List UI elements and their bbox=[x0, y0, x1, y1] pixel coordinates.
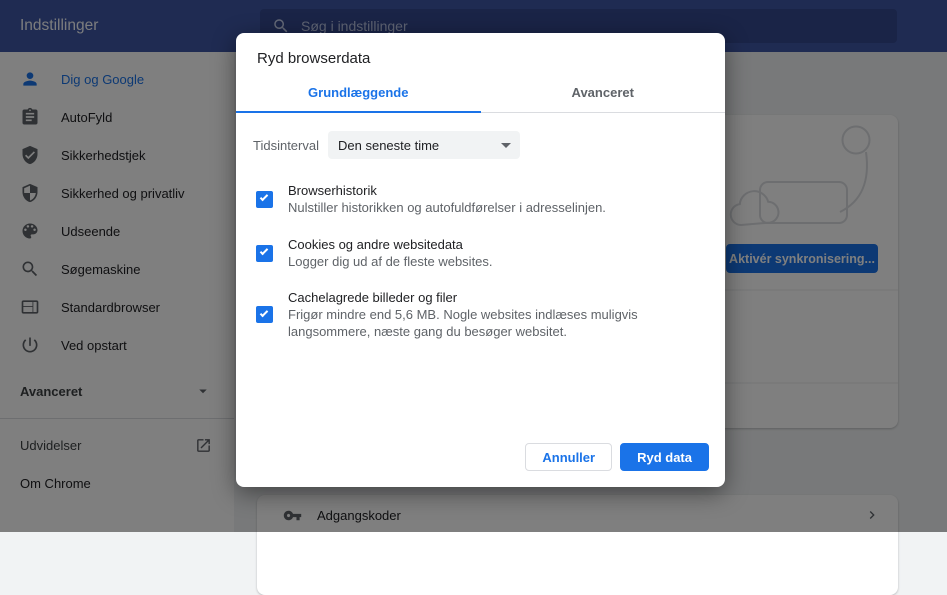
dropdown-caret-icon bbox=[501, 143, 511, 148]
checkbox-title: Cachelagrede billeder og filer bbox=[288, 289, 680, 306]
time-range-value: Den seneste time bbox=[338, 138, 439, 153]
cached-files-checkbox[interactable] bbox=[256, 306, 273, 323]
cookies-row: Cookies og andre websitedata Logger dig … bbox=[253, 236, 701, 270]
tab-basic[interactable]: Grundlæggende bbox=[236, 76, 481, 113]
browsing-history-row: Browserhistorik Nulstiller historikken o… bbox=[253, 182, 701, 216]
time-range-row: Tidsinterval Den seneste time bbox=[253, 131, 701, 159]
clear-browsing-data-dialog: Ryd browserdata Grundlæggende Avanceret … bbox=[236, 33, 725, 487]
checkmark-icon bbox=[259, 193, 267, 201]
cookies-checkbox[interactable] bbox=[256, 245, 273, 262]
cancel-button[interactable]: Annuller bbox=[525, 443, 612, 471]
checkbox-description: Frigør mindre end 5,6 MB. Nogle websites… bbox=[288, 306, 680, 340]
checkmark-icon bbox=[259, 247, 267, 255]
browsing-history-checkbox[interactable] bbox=[256, 191, 273, 208]
dialog-tabs: Grundlæggende Avanceret bbox=[236, 76, 725, 113]
dialog-body: Tidsinterval Den seneste time Browserhis… bbox=[236, 113, 725, 443]
checkbox-title: Cookies og andre websitedata bbox=[288, 236, 493, 253]
time-range-select[interactable]: Den seneste time bbox=[328, 131, 520, 159]
cached-files-row: Cachelagrede billeder og filer Frigør mi… bbox=[253, 289, 701, 340]
tab-advanced[interactable]: Avanceret bbox=[481, 76, 726, 113]
checkbox-description: Logger dig ud af de fleste websites. bbox=[288, 253, 493, 270]
dialog-footer: Annuller Ryd data bbox=[236, 443, 725, 487]
clear-data-button[interactable]: Ryd data bbox=[620, 443, 709, 471]
checkbox-description: Nulstiller historikken og autofuldførels… bbox=[288, 199, 606, 216]
checkbox-title: Browserhistorik bbox=[288, 182, 606, 199]
checkmark-icon bbox=[259, 308, 267, 316]
time-range-label: Tidsinterval bbox=[253, 138, 328, 153]
dialog-title: Ryd browserdata bbox=[236, 33, 725, 69]
